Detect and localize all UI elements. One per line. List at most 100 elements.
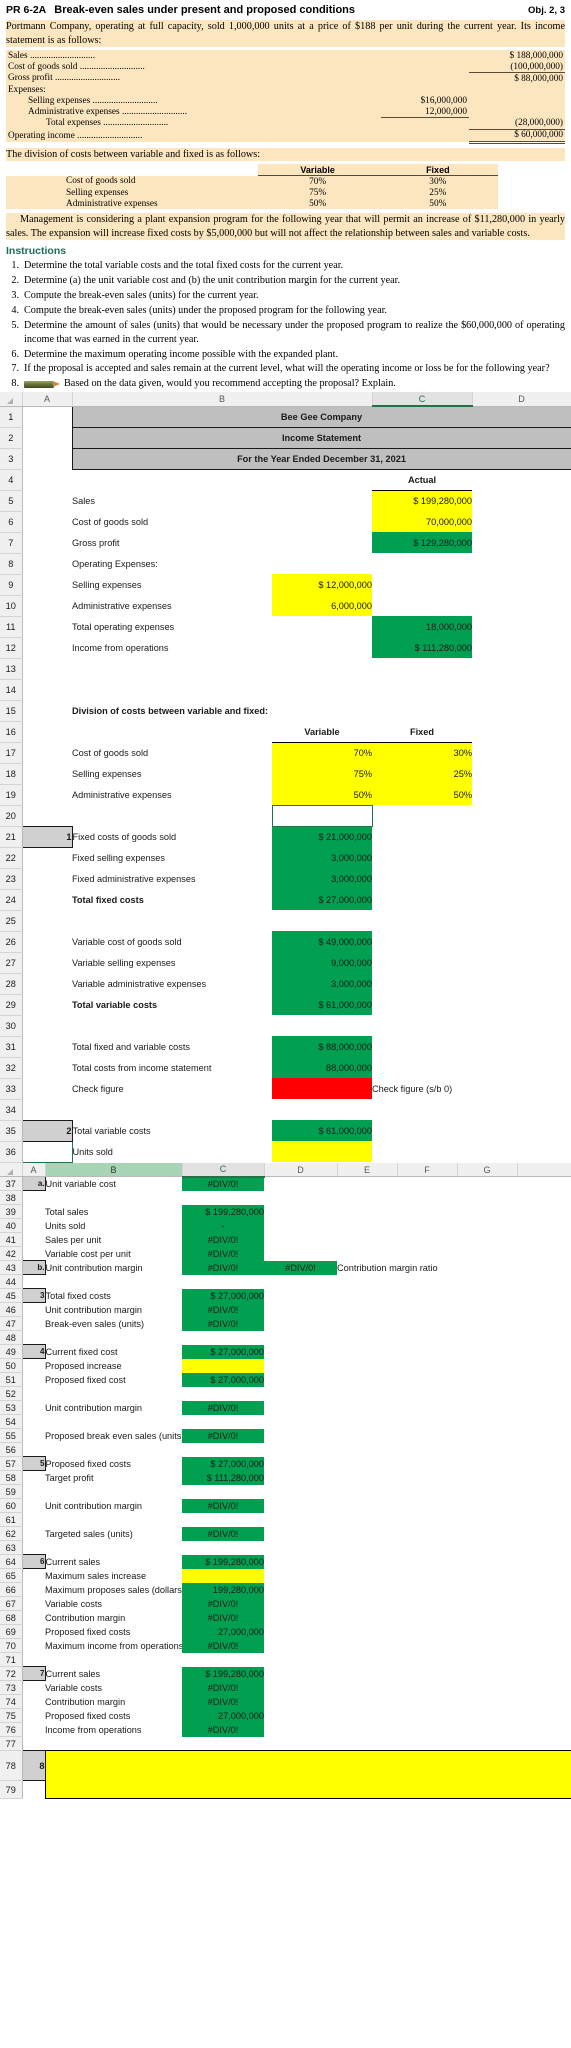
cell-e[interactable] [472, 826, 571, 847]
cell-c-value[interactable]: $ 88,000,000 [272, 1036, 373, 1058]
cell-c-value[interactable]: $ 27,000,000 [182, 1288, 264, 1303]
cell-b-label[interactable]: Variable costs [45, 1597, 182, 1611]
cell-a[interactable] [22, 553, 72, 574]
cell-c-value[interactable]: #DIV/0! [182, 1498, 264, 1513]
cell-d-value[interactable] [264, 1387, 337, 1401]
cell-b-label[interactable]: Total variable costs [72, 1120, 272, 1141]
cell-e-note[interactable] [337, 1555, 571, 1569]
row-number-51[interactable]: 51 [0, 1372, 23, 1388]
cell-a[interactable] [22, 1653, 45, 1667]
cell-c-value[interactable]: 27,000,000 [182, 1708, 264, 1723]
spreadsheet-row[interactable]: 64 6 Current sales $ 199,280,000 [0, 1554, 571, 1570]
row-number-65[interactable]: 65 [0, 1568, 23, 1584]
spreadsheet-row[interactable]: 42 Variable cost per unit #DIV/0! [0, 1246, 571, 1262]
spreadsheet-row[interactable]: 43 b. Unit contribution margin #DIV/0! #DIV/… [0, 1260, 571, 1276]
row-number-42[interactable]: 42 [0, 1246, 23, 1262]
spreadsheet-row[interactable]: 58 Target profit $ 111,280,000 [0, 1470, 571, 1486]
cell-d-value[interactable]: 18,000,000 [372, 616, 473, 638]
cell-a[interactable] [22, 1036, 72, 1057]
cell-c-value[interactable]: $ 27,000,000 [182, 1456, 264, 1471]
cell-e-note[interactable] [337, 1667, 571, 1681]
column-header-d[interactable]: D [264, 1162, 338, 1178]
row-number-44[interactable]: 44 [0, 1274, 23, 1290]
cell-a[interactable]: 5 [21, 1456, 46, 1472]
cell-e[interactable] [472, 1141, 571, 1162]
spreadsheet-row[interactable]: 5 Sales $ 199,280,000 [0, 490, 571, 512]
cell-e-note[interactable] [337, 1681, 571, 1695]
cell-c-value[interactable] [182, 1275, 264, 1289]
row-number-36[interactable]: 36 [0, 1141, 23, 1163]
column-header-e[interactable]: E [337, 1162, 398, 1178]
cell-e-note[interactable] [337, 1737, 571, 1751]
cell-e-note[interactable] [337, 1289, 571, 1303]
cell-b-label[interactable]: Targeted sales (units) [45, 1527, 182, 1541]
cell-b-label[interactable]: Fixed selling expenses [72, 847, 272, 868]
spreadsheet-row[interactable]: 28 Variable administrative expenses 3,000,… [0, 973, 571, 995]
cell-b-label[interactable]: Proposed fixed cost [45, 1373, 182, 1387]
cell-d-value[interactable]: 50% [372, 784, 473, 806]
cell-a[interactable] [22, 1781, 45, 1799]
column-header-c[interactable]: C [372, 392, 473, 408]
cell-c-value[interactable]: #DIV/0! [182, 1610, 264, 1625]
row-number-38[interactable]: 38 [0, 1190, 23, 1206]
cell-e-note[interactable] [337, 1611, 571, 1625]
cell-a[interactable] [22, 1625, 45, 1639]
cell-e[interactable] [472, 574, 571, 595]
cell-c-value[interactable]: #DIV/0! [182, 1722, 264, 1737]
row-number-13[interactable]: 13 [0, 658, 23, 680]
cell-a[interactable]: 7 [21, 1666, 46, 1682]
spreadsheet-row[interactable]: 71 [0, 1652, 571, 1668]
cell-b-label[interactable]: Proposed increase [45, 1359, 182, 1373]
spreadsheet-row[interactable]: 59 [0, 1484, 571, 1500]
row-number-73[interactable]: 73 [0, 1680, 23, 1696]
spreadsheet-grid-top[interactable]: ABCDE1Bee Gee Company2Income Statement3F… [0, 392, 571, 1163]
cell-d-value[interactable]: $ 199,280,000 [372, 490, 473, 512]
cell-e[interactable] [472, 1015, 571, 1036]
cell-a[interactable] [22, 448, 72, 469]
cell-b-label[interactable]: Total costs from income statement [72, 1057, 272, 1078]
spreadsheet-row[interactable]: 76 Income from operations #DIV/0! [0, 1722, 571, 1738]
cell-d-value[interactable] [264, 1177, 337, 1191]
spreadsheet-row[interactable]: 31 Total fixed and variable costs $ 88,000… [0, 1036, 571, 1058]
spreadsheet-row[interactable]: 6 Cost of goods sold 70,000,000 [0, 511, 571, 533]
cell-b[interactable] [72, 721, 272, 742]
cell-e[interactable] [472, 784, 571, 805]
cell-b-label[interactable]: Maximum income from operations [45, 1639, 182, 1653]
column-header-d[interactable]: D [472, 392, 571, 407]
cell-b-label[interactable]: Administrative expenses [72, 784, 272, 805]
row-number-61[interactable]: 61 [0, 1512, 23, 1528]
row-number-20[interactable]: 20 [0, 805, 23, 827]
cell-b-label[interactable]: Current sales [45, 1555, 182, 1569]
cell-a[interactable] [22, 1597, 45, 1611]
cell-d-value[interactable]: $ 129,280,000 [372, 532, 473, 554]
row-number-71[interactable]: 71 [0, 1652, 23, 1668]
cell-c-value[interactable]: 75% [272, 763, 373, 785]
cell-e-note[interactable] [337, 1583, 571, 1597]
cell-a[interactable] [22, 805, 72, 826]
row-number-23[interactable]: 23 [0, 868, 23, 890]
cell-e[interactable] [472, 511, 571, 532]
row-number-15[interactable]: 15 [0, 700, 23, 722]
cell-b-label[interactable] [45, 1415, 182, 1429]
cell-c-value[interactable]: #DIV/0! [182, 1694, 264, 1709]
row-number-3[interactable]: 3 [0, 448, 23, 470]
row-number-6[interactable]: 6 [0, 511, 23, 533]
cell-d-value[interactable] [372, 574, 472, 595]
cell-e-note[interactable] [337, 1527, 571, 1541]
row-number-8[interactable]: 8 [0, 553, 23, 575]
spreadsheet-row[interactable]: 53 Unit contribution margin #DIV/0! [0, 1400, 571, 1416]
cell-a[interactable] [22, 1709, 45, 1723]
spreadsheet-row[interactable]: 47 Break-even sales (units) #DIV/0! [0, 1316, 571, 1332]
cell-a[interactable] [22, 1541, 45, 1555]
cell-a[interactable]: 3 [21, 1288, 46, 1304]
row-number-62[interactable]: 62 [0, 1526, 23, 1542]
cell-e[interactable] [472, 658, 571, 679]
row-number-63[interactable]: 63 [0, 1540, 23, 1556]
cell-c-value[interactable] [272, 679, 372, 700]
cell-c-value[interactable] [272, 910, 372, 931]
cell-b-label[interactable]: Unit contribution margin [45, 1303, 182, 1317]
row-number-2[interactable]: 2 [0, 427, 23, 449]
row-number-21[interactable]: 21 [0, 826, 23, 848]
cell-c-value[interactable]: #DIV/0! [182, 1400, 264, 1415]
cell-c-value[interactable] [272, 490, 372, 511]
